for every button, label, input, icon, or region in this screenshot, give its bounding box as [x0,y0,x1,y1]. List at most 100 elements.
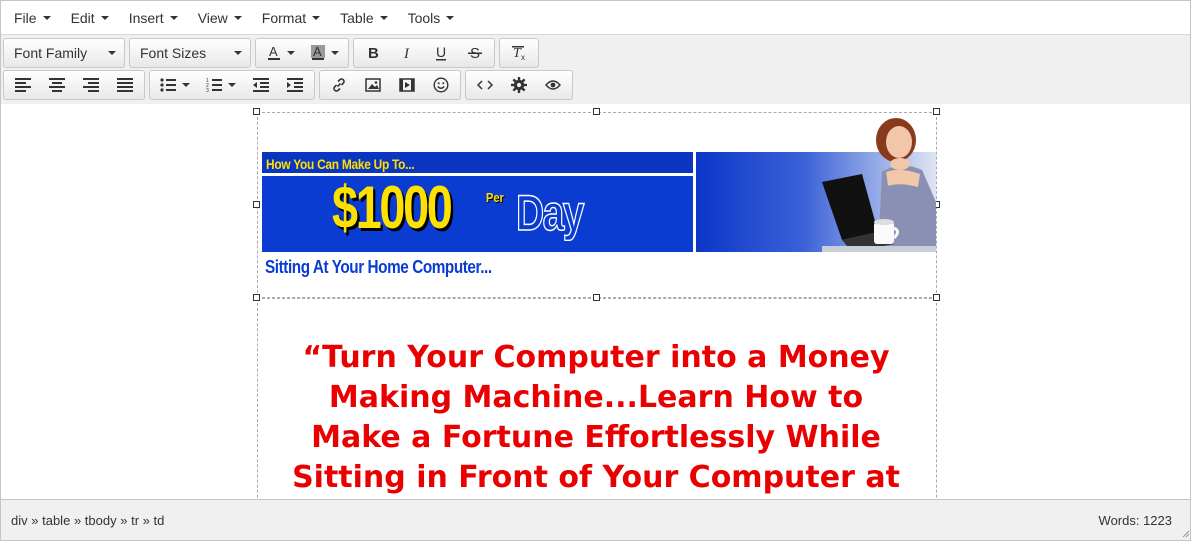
indent-icon [287,78,303,92]
statusbar: div » table » tbody » tr » td Words: 122… [1,499,1190,540]
outdent-icon [253,78,269,92]
path-item-div[interactable]: div [11,513,28,528]
list-group: 123 [149,70,315,100]
justify-button[interactable] [108,71,142,99]
svg-text:A: A [269,45,278,59]
align-left-button[interactable] [6,71,40,99]
clear-formatting-icon: Tx [512,46,525,61]
preview-button[interactable] [536,71,570,99]
path-separator: » [31,512,39,528]
font-family-label: Font Family [14,45,88,61]
align-left-icon [15,78,31,92]
banner-image[interactable]: How You Can Make Up To... $1000 Per Day [262,112,936,277]
menu-edit[interactable]: Edit [61,1,119,35]
underline-button[interactable]: U [424,39,458,67]
outdent-button[interactable] [244,71,278,99]
image-icon [365,78,381,92]
font-size-label: Font Sizes [140,45,207,61]
background-color-button[interactable]: A [302,39,346,67]
text-color-button[interactable]: A [258,39,302,67]
headline-text[interactable]: “Turn Your Computer into a Money Making … [291,338,901,498]
justify-icon [117,78,133,92]
menu-format-label: Format [261,9,307,26]
chevron-down-icon [234,51,242,55]
resize-handle[interactable] [253,294,260,301]
bold-button[interactable]: B [356,39,390,67]
woman-with-laptop-photo [822,118,936,252]
resize-handle[interactable] [253,108,260,115]
text-color-icon: A [267,45,280,60]
chevron-down-icon [379,15,388,20]
settings-button[interactable] [502,71,536,99]
menu-view-label: View [197,9,228,26]
chevron-down-icon [446,15,455,20]
svg-text:I: I [403,46,410,61]
chevron-down-icon [169,15,178,20]
menu-edit-label: Edit [70,9,95,26]
image-button[interactable] [356,71,390,99]
align-group [3,70,145,100]
svg-text:A: A [313,45,322,59]
numbered-list-button[interactable]: 123 [198,71,244,99]
align-center-button[interactable] [40,71,74,99]
source-code-button[interactable] [468,71,502,99]
clear-formatting-button[interactable]: Tx [502,39,536,67]
menu-file[interactable]: File [4,1,61,35]
toolbar-row-1: Font Family Font Sizes A A B I U S T x [3,37,1190,69]
resize-grip-icon[interactable] [1180,528,1190,538]
insert-group [319,70,461,100]
resize-handle[interactable] [933,294,940,301]
banner-day: Day [515,185,585,241]
chevron-down-icon [228,83,236,87]
source-code-icon [477,80,493,90]
element-path: div » table » tbody » tr » td [11,513,164,528]
bullet-list-button[interactable] [152,71,198,99]
resize-handle[interactable] [253,201,260,208]
color-group: A A [255,38,349,68]
link-icon [333,78,345,92]
menu-format[interactable]: Format [252,1,330,35]
font-size-select[interactable]: Font Sizes [132,39,248,67]
menu-insert[interactable]: Insert [119,1,188,35]
background-color-icon: A [310,45,325,60]
banner-per: Per [486,190,504,205]
strikethrough-icon: S [468,45,482,61]
chevron-down-icon [233,15,242,20]
resize-handle[interactable] [593,294,600,301]
align-right-button[interactable] [74,71,108,99]
menu-tools[interactable]: Tools [398,1,465,35]
banner-small-text: How You Can Make Up To... [266,156,415,172]
link-button[interactable] [322,71,356,99]
chevron-down-icon [312,15,321,20]
chevron-down-icon [108,51,116,55]
tools-group [465,70,573,100]
menu-table[interactable]: Table [330,1,397,35]
menu-file-label: File [14,9,37,26]
svg-text:B: B [368,45,379,61]
media-icon [399,78,415,92]
path-separator: » [120,512,128,528]
strikethrough-button[interactable]: S [458,39,492,67]
path-item-td[interactable]: td [154,513,165,528]
numbered-list-icon: 123 [206,78,222,92]
svg-text:x: x [521,53,525,61]
align-right-icon [83,78,99,92]
path-item-tbody[interactable]: tbody [85,513,117,528]
menu-view[interactable]: View [188,1,252,35]
path-item-tr[interactable]: tr [131,513,139,528]
italic-button[interactable]: I [390,39,424,67]
indent-button[interactable] [278,71,312,99]
emoticons-icon [433,77,449,93]
path-item-table[interactable]: table [42,513,70,528]
font-family-select[interactable]: Font Family [6,39,122,67]
emoticons-button[interactable] [424,71,458,99]
chevron-down-icon [182,83,190,87]
chevron-down-icon [330,51,339,55]
align-center-icon [49,78,65,92]
banner-blue-panel: How You Can Make Up To... $1000 Per Day [262,152,693,252]
editor-content[interactable]: How You Can Make Up To... $1000 Per Day [1,104,1190,501]
menu-insert-label: Insert [128,9,164,26]
media-button[interactable] [390,71,424,99]
bullet-list-icon [160,78,176,92]
toolbar-row-2: 123 [3,69,1190,101]
